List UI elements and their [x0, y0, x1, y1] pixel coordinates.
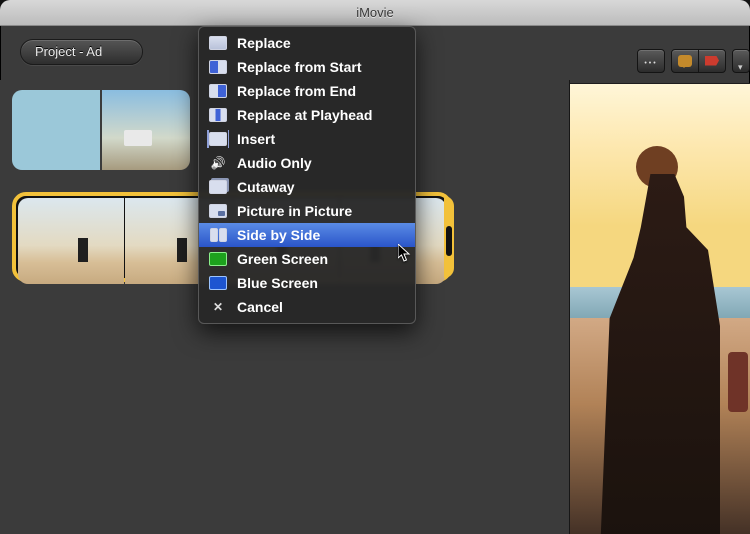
chevron-down-icon	[738, 57, 746, 65]
menu-item-cancel[interactable]: Cancel	[199, 295, 415, 319]
project-tab-label: Project - Ad	[35, 44, 102, 59]
clip-trim-handle-notch	[446, 226, 452, 256]
menu-item-side-by-side[interactable]: Side by Side	[199, 223, 415, 247]
green-screen-icon	[209, 252, 227, 266]
menu-item-green-screen[interactable]: Green Screen	[199, 247, 415, 271]
clip-thumbnail[interactable]	[102, 90, 190, 170]
markers-icon	[644, 52, 657, 70]
cancel-icon	[209, 300, 227, 314]
menu-item-label: Insert	[237, 131, 275, 147]
menu-item-audio-only[interactable]: Audio Only	[199, 151, 415, 175]
menu-item-label: Replace from Start	[237, 59, 361, 75]
menu-item-label: Side by Side	[237, 227, 320, 243]
replace-icon	[209, 36, 227, 50]
app-window: iMovie Project - Ad	[0, 0, 750, 534]
app-title: iMovie	[356, 5, 394, 20]
menu-item-blue-screen[interactable]: Blue Screen	[199, 271, 415, 295]
menu-item-label: Blue Screen	[237, 275, 318, 291]
drop-context-menu: Replace Replace from Start Replace from …	[198, 26, 416, 324]
pip-icon	[209, 204, 227, 218]
replace-playhead-icon	[209, 108, 227, 122]
preview-viewer	[570, 84, 750, 534]
menu-item-cutaway[interactable]: Cutaway	[199, 175, 415, 199]
audio-icon	[209, 156, 227, 170]
viewer-toolbar	[530, 38, 750, 84]
replace-end-icon	[209, 84, 227, 98]
menu-item-label: Replace from End	[237, 83, 356, 99]
menu-item-label: Replace	[237, 35, 291, 51]
mouse-cursor	[398, 244, 414, 266]
comments-button[interactable]	[671, 49, 699, 73]
menu-item-label: Replace at Playhead	[237, 107, 372, 123]
menu-item-label: Audio Only	[237, 155, 312, 171]
timeline-clip-row-1[interactable]	[12, 90, 192, 180]
markers-button[interactable]	[637, 49, 665, 73]
menu-item-picture-in-picture[interactable]: Picture in Picture	[199, 199, 415, 223]
side-by-side-icon	[209, 228, 227, 242]
menu-item-insert[interactable]: Insert	[199, 127, 415, 151]
window-titlebar: iMovie	[0, 0, 750, 26]
menu-item-label: Picture in Picture	[237, 203, 352, 219]
comment-icon	[678, 55, 692, 67]
annotation-group	[671, 49, 726, 73]
project-tab[interactable]: Project - Ad	[20, 39, 143, 65]
tag-icon	[705, 56, 719, 66]
blue-screen-icon	[209, 276, 227, 290]
viewer-options-button[interactable]	[732, 49, 750, 73]
menu-item-replace-from-end[interactable]: Replace from End	[199, 79, 415, 103]
clip-thumbnail[interactable]	[12, 90, 100, 170]
replace-start-icon	[209, 60, 227, 74]
menu-item-label: Green Screen	[237, 251, 328, 267]
menu-item-replace[interactable]: Replace	[199, 31, 415, 55]
insert-icon	[209, 132, 227, 146]
clip-thumbnail[interactable]	[18, 198, 124, 284]
menu-item-replace-from-start[interactable]: Replace from Start	[199, 55, 415, 79]
cutaway-icon	[209, 180, 227, 194]
menu-item-label: Cutaway	[237, 179, 295, 195]
menu-item-replace-at-playhead[interactable]: Replace at Playhead	[199, 103, 415, 127]
keywords-button[interactable]	[698, 49, 726, 73]
menu-item-label: Cancel	[237, 299, 283, 315]
